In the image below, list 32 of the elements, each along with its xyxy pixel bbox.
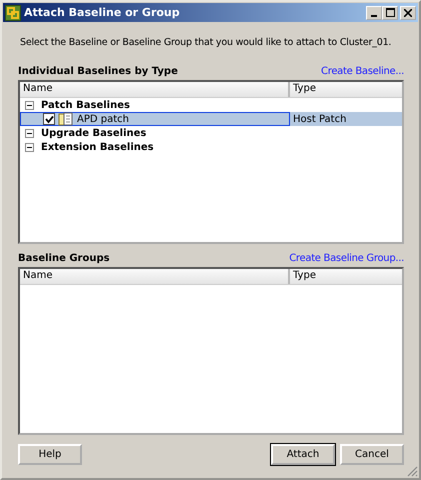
tree-group-label[interactable]: Patch Baselines xyxy=(41,100,130,110)
column-header[interactable]: Type xyxy=(290,82,402,97)
attach-button[interactable]: Attach xyxy=(271,444,335,465)
create-baseline-link[interactable]: Create Baseline... xyxy=(321,66,404,77)
maximize-button[interactable] xyxy=(382,6,398,20)
instruction-text: Select the Baseline or Baseline Group that you would like to attach to Cluster_01. xyxy=(20,36,392,49)
help-button[interactable]: Help xyxy=(18,444,82,465)
collapse-icon[interactable] xyxy=(25,100,34,110)
tree-group-label[interactable]: Extension Baselines xyxy=(41,142,154,152)
document-icon xyxy=(58,112,74,126)
column-header[interactable]: Type xyxy=(290,269,402,284)
checkbox[interactable] xyxy=(43,113,55,125)
create-baseline-group-link[interactable]: Create Baseline Group... xyxy=(289,253,404,264)
baseline-row[interactable]: APD patch Host Patch xyxy=(20,112,402,126)
tree-group-label[interactable]: Upgrade Baselines xyxy=(41,128,146,138)
close-icon xyxy=(404,8,412,16)
baseline-name: APD patch xyxy=(77,114,129,124)
column-header[interactable]: Name xyxy=(20,82,290,97)
section-heading: Baseline Groups xyxy=(18,253,110,264)
cancel-button[interactable]: Cancel xyxy=(340,444,404,465)
window-title: Attach Baseline or Group xyxy=(24,6,181,19)
app-icon xyxy=(5,4,21,20)
baseline-type: Host Patch xyxy=(292,114,346,124)
resize-grip-icon[interactable] xyxy=(406,465,418,477)
collapse-icon[interactable] xyxy=(25,128,34,138)
section-heading: Individual Baselines by Type xyxy=(18,66,178,77)
column-header[interactable]: Name xyxy=(20,269,290,284)
collapse-icon[interactable] xyxy=(25,142,34,152)
minimize-icon xyxy=(371,14,377,16)
minimize-button[interactable] xyxy=(366,6,382,20)
close-button[interactable] xyxy=(400,6,416,20)
maximize-icon xyxy=(386,8,394,17)
